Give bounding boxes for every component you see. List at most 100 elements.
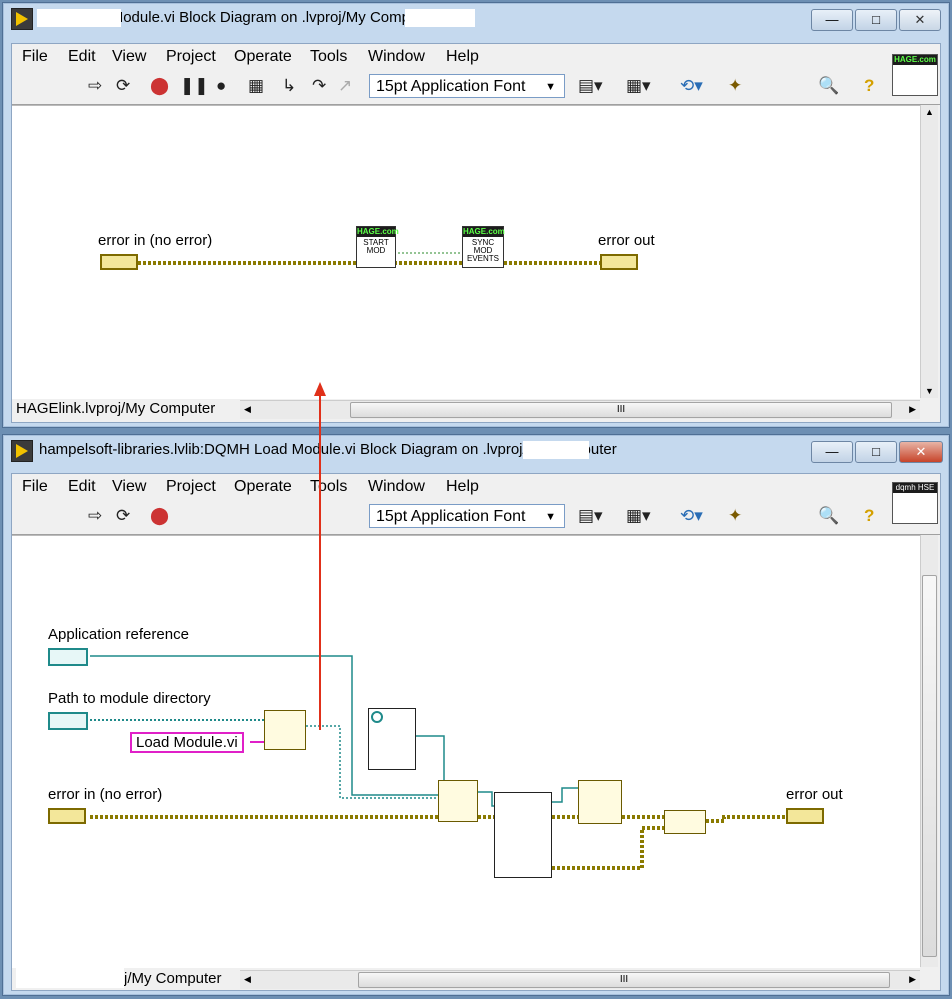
bottom-inner: File Edit View Project Operate Tools Win… xyxy=(11,473,941,991)
labview-icon xyxy=(11,440,33,462)
menu-tools[interactable]: Tools xyxy=(310,478,347,496)
error-in-label: error in (no error) xyxy=(48,786,163,803)
abort-icon[interactable]: ⬤ xyxy=(150,76,169,96)
redacted-block xyxy=(405,9,475,27)
menu-edit[interactable]: Edit xyxy=(68,48,96,66)
chevron-down-icon: ▼ xyxy=(545,81,556,93)
error-in-terminal[interactable] xyxy=(100,254,138,270)
cleanup-diagram-icon[interactable]: ✦ xyxy=(728,506,742,526)
run-arrow-icon[interactable]: ⇨ xyxy=(88,506,102,526)
menu-tools[interactable]: Tools xyxy=(310,48,347,66)
top-horizontal-scrollbar[interactable]: ◀ III ▶ xyxy=(240,400,920,419)
reorder-icon[interactable]: ⟲▾ xyxy=(680,506,703,526)
help-icon[interactable]: ? xyxy=(864,76,874,96)
sync-module-events-subvi[interactable]: HAGE.com SYNC MOD EVENTS xyxy=(462,226,505,268)
no-entry-icon xyxy=(371,711,383,723)
start-module-subvi[interactable]: HAGE.com START MOD xyxy=(356,226,399,268)
distribute-objects-icon[interactable]: ▦▾ xyxy=(626,76,651,96)
app-ref-terminal[interactable] xyxy=(48,648,88,666)
menu-view[interactable]: View xyxy=(112,48,146,66)
merge-errors-function[interactable] xyxy=(664,810,706,834)
vi-reference-constant[interactable] xyxy=(368,708,416,770)
error-out-label: error out xyxy=(598,232,655,249)
run-continuously-icon[interactable]: ⟳ xyxy=(116,76,130,96)
abort-icon[interactable]: ⬤ xyxy=(150,506,169,526)
close-button[interactable]: ✕ xyxy=(899,441,943,463)
minimize-button[interactable]: — xyxy=(811,9,853,31)
menu-project[interactable]: Project xyxy=(166,48,216,66)
scroll-thumb[interactable]: III xyxy=(350,402,892,418)
start-async-call-node[interactable] xyxy=(494,792,552,878)
bottom-titlebar[interactable]: hampelsoft-libraries.lvlib:DQMH Load Mod… xyxy=(3,435,949,465)
scroll-left-icon[interactable]: ◀ xyxy=(244,404,251,415)
bottom-vertical-scrollbar[interactable] xyxy=(920,535,938,967)
top-toolbar: ⇨ ⟳ ⬤ ❚❚ ● ▦ ↳ ↷ ↗ 15pt Application Font… xyxy=(12,70,940,105)
top-window: .lvlib:Load Module.vi Block Diagram on .… xyxy=(2,2,950,428)
scroll-up-icon[interactable]: ▲ xyxy=(925,107,934,117)
error-in-terminal[interactable] xyxy=(48,808,86,824)
search-icon[interactable]: 🔍 xyxy=(818,506,839,526)
step-over-icon[interactable]: ↷ xyxy=(312,76,326,96)
menu-operate[interactable]: Operate xyxy=(234,478,292,496)
menu-window[interactable]: Window xyxy=(368,48,425,66)
font-select[interactable]: 15pt Application Font ▼ xyxy=(369,74,565,98)
bottom-project-path: j/My Computer xyxy=(124,970,222,987)
maximize-button[interactable]: □ xyxy=(855,9,897,31)
menu-window[interactable]: Window xyxy=(368,478,425,496)
run-continuously-icon[interactable]: ⟳ xyxy=(116,506,130,526)
scroll-right-icon[interactable]: ▶ xyxy=(909,974,916,985)
top-titlebar[interactable]: .lvlib:Load Module.vi Block Diagram on .… xyxy=(3,3,949,33)
scroll-thumb[interactable] xyxy=(922,575,937,957)
font-select[interactable]: 15pt Application Font ▼ xyxy=(369,504,565,528)
reorder-icon[interactable]: ⟲▾ xyxy=(680,76,703,96)
minimize-button[interactable]: — xyxy=(811,441,853,463)
search-icon[interactable]: 🔍 xyxy=(818,76,839,96)
scroll-thumb[interactable]: III xyxy=(358,972,890,988)
error-out-terminal[interactable] xyxy=(786,808,824,824)
bottom-diagram-canvas[interactable]: Application reference Path to module dir… xyxy=(12,535,920,968)
help-icon[interactable]: ? xyxy=(864,506,874,526)
align-objects-icon[interactable]: ▤▾ xyxy=(578,506,603,526)
connector-pane-icon[interactable]: dqmh HSE xyxy=(892,482,938,524)
scroll-left-icon[interactable]: ◀ xyxy=(244,974,251,985)
cleanup-diagram-icon[interactable]: ✦ xyxy=(728,76,742,96)
path-label: Path to module directory xyxy=(48,690,211,707)
load-module-constant[interactable]: Load Module.vi xyxy=(130,732,244,753)
menu-operate[interactable]: Operate xyxy=(234,48,292,66)
connector-pane-icon[interactable]: HAGE.com xyxy=(892,54,938,96)
close-button[interactable]: ✕ xyxy=(899,9,941,31)
build-path-function[interactable] xyxy=(264,710,306,750)
top-menubar: File Edit View Project Operate Tools Win… xyxy=(12,44,940,70)
labview-icon xyxy=(11,8,33,30)
distribute-objects-icon[interactable]: ▦▾ xyxy=(626,506,651,526)
menu-edit[interactable]: Edit xyxy=(68,478,96,496)
top-vertical-scrollbar[interactable]: ▲ ▼ xyxy=(920,105,938,398)
top-diagram-canvas[interactable]: error in (no error) HAGE.com START MOD H… xyxy=(12,105,920,399)
menu-file[interactable]: File xyxy=(22,48,48,66)
bottom-window: hampelsoft-libraries.lvlib:DQMH Load Mod… xyxy=(2,434,950,996)
step-out-icon[interactable]: ↗ xyxy=(338,76,352,96)
close-reference-function[interactable] xyxy=(578,780,622,824)
bottom-horizontal-scrollbar[interactable]: ◀ III ▶ xyxy=(240,970,920,989)
highlight-execution-icon[interactable]: ● xyxy=(216,76,226,96)
menu-help[interactable]: Help xyxy=(446,478,479,496)
redacted-block xyxy=(37,9,121,27)
path-terminal[interactable] xyxy=(48,712,88,730)
menu-file[interactable]: File xyxy=(22,478,48,496)
open-vi-reference-function[interactable] xyxy=(438,780,478,822)
retain-wire-values-icon[interactable]: ▦ xyxy=(248,76,264,96)
chevron-down-icon: ▼ xyxy=(545,511,556,523)
redacted-block xyxy=(523,441,589,459)
error-out-terminal[interactable] xyxy=(600,254,638,270)
align-objects-icon[interactable]: ▤▾ xyxy=(578,76,603,96)
redacted-block xyxy=(16,968,124,988)
menu-project[interactable]: Project xyxy=(166,478,216,496)
pause-icon[interactable]: ❚❚ xyxy=(180,76,209,96)
scroll-right-icon[interactable]: ▶ xyxy=(909,404,916,415)
menu-view[interactable]: View xyxy=(112,478,146,496)
step-into-icon[interactable]: ↳ xyxy=(282,76,296,96)
menu-help[interactable]: Help xyxy=(446,48,479,66)
scroll-down-icon[interactable]: ▼ xyxy=(925,386,934,396)
run-arrow-icon[interactable]: ⇨ xyxy=(88,76,102,96)
maximize-button[interactable]: □ xyxy=(855,441,897,463)
